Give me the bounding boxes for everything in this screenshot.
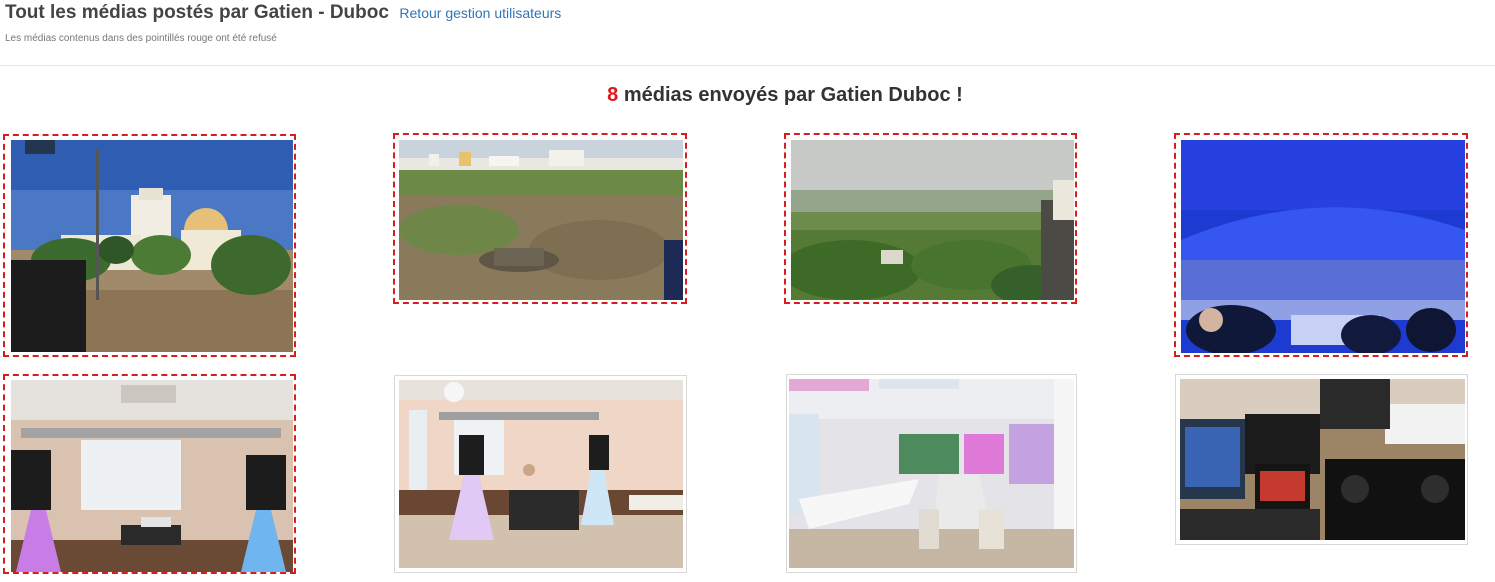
back-to-user-management-link[interactable]: Retour gestion utilisateurs [399,5,561,21]
media-thumbnail-2[interactable] [393,133,687,304]
media-image-5 [11,380,293,572]
media-image-1 [11,140,293,352]
media-thumbnail-4[interactable] [1174,133,1468,357]
media-image-7 [789,379,1074,568]
media-count-text: médias envoyés par Gatien Duboc ! [618,84,963,106]
media-thumbnail-7[interactable] [786,374,1077,573]
media-image-8 [1180,379,1465,540]
media-count-heading: 8 médias envoyés par Gatien Duboc ! [0,84,1495,107]
media-thumbnail-1[interactable] [3,134,296,357]
media-thumbnail-8[interactable] [1175,374,1468,545]
media-thumbnail-3[interactable] [784,133,1077,304]
media-image-2 [399,140,683,300]
media-image-6 [399,380,683,568]
media-image-3 [791,140,1074,300]
header-divider [0,65,1495,66]
title-line: Tout les médias postés par Gatien - Dubo… [5,2,561,24]
media-image-4 [1181,140,1465,353]
media-thumbnail-6[interactable] [394,375,687,573]
media-thumbnail-5[interactable] [3,374,296,574]
refused-media-legend: Les médias contenus dans des pointillés … [5,33,277,44]
page-title: Tout les médias postés par Gatien - Dubo… [5,2,389,23]
media-count-number: 8 [607,84,619,106]
